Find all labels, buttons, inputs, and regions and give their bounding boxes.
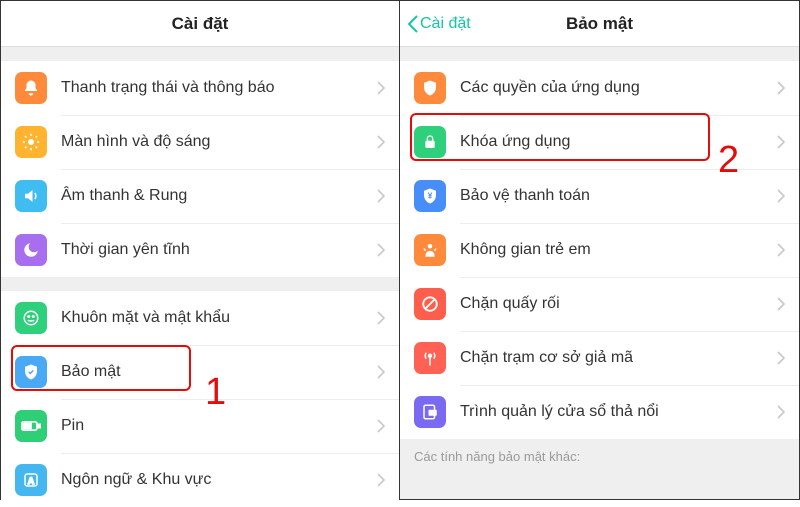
chevron-right-icon — [377, 81, 385, 95]
chevron-right-icon — [777, 405, 785, 419]
chevron-right-icon — [777, 351, 785, 365]
row-payment-protection[interactable]: ¥ Bảo vệ thanh toán — [400, 169, 799, 223]
page-title: Cài đặt — [172, 14, 229, 34]
row-label: Bảo vệ thanh toán — [460, 187, 777, 205]
antenna-icon — [414, 342, 446, 374]
battery-icon — [15, 410, 47, 442]
page-title: Bảo mật — [566, 14, 633, 34]
window-icon — [414, 396, 446, 428]
chevron-right-icon — [777, 81, 785, 95]
row-display-brightness[interactable]: Màn hình và độ sáng — [1, 115, 399, 169]
chevron-right-icon — [377, 135, 385, 149]
row-label: Không gian trẻ em — [460, 241, 777, 259]
section-gap — [400, 47, 799, 61]
row-label: Chặn quấy rối — [460, 295, 777, 313]
row-label: Trình quản lý cửa sổ thả nổi — [460, 403, 777, 421]
row-status-bar-notifications[interactable]: Thanh trạng thái và thông báo — [1, 61, 399, 115]
settings-group-1: Thanh trạng thái và thông báo Màn hình v… — [1, 61, 399, 277]
row-block-fake-base-station[interactable]: Chặn trạm cơ sở giả mã — [400, 331, 799, 385]
sun-icon — [15, 126, 47, 158]
section-footer: Các tính năng bảo mật khác: — [400, 439, 799, 470]
row-block-harassment[interactable]: Chặn quấy rối — [400, 277, 799, 331]
security-list: Các quyền của ứng dụng Khóa ứng dụng ¥ B… — [400, 61, 799, 439]
row-label: Màn hình và độ sáng — [61, 133, 377, 151]
speaker-icon — [15, 180, 47, 212]
chevron-right-icon — [777, 135, 785, 149]
svg-text:¥: ¥ — [428, 191, 433, 200]
row-language-region[interactable]: A Ngôn ngữ & Khu vực — [1, 453, 399, 507]
row-label: Pin — [61, 417, 377, 435]
moon-icon — [15, 234, 47, 266]
chevron-right-icon — [777, 189, 785, 203]
security-pane: Cài đặt Bảo mật Các quyền của ứng dụng K… — [400, 1, 799, 499]
chevron-right-icon — [777, 297, 785, 311]
row-face-password[interactable]: Khuôn mặt và mật khẩu — [1, 291, 399, 345]
child-icon — [414, 234, 446, 266]
security-header: Cài đặt Bảo mật — [400, 1, 799, 47]
chevron-right-icon — [377, 243, 385, 257]
chevron-right-icon — [377, 473, 385, 487]
row-label: Chặn trạm cơ sở giả mã — [460, 349, 777, 367]
row-label: Thanh trạng thái và thông báo — [61, 79, 377, 97]
svg-text:A: A — [28, 476, 35, 486]
chevron-right-icon — [377, 311, 385, 325]
settings-pane: Cài đặt Thanh trạng thái và thông báo Mà… — [1, 1, 400, 499]
chevron-right-icon — [377, 189, 385, 203]
row-label: Ngôn ngữ & Khu vực — [61, 471, 377, 489]
row-kid-space[interactable]: Không gian trẻ em — [400, 223, 799, 277]
row-label: Các quyền của ứng dụng — [460, 79, 777, 97]
shield-icon — [15, 356, 47, 388]
row-label: Âm thanh & Rung — [61, 187, 377, 205]
chevron-right-icon — [377, 365, 385, 379]
face-icon — [15, 302, 47, 334]
back-label: Cài đặt — [420, 15, 471, 33]
lock-icon — [414, 126, 446, 158]
globe-icon: A — [15, 464, 47, 496]
payment-shield-icon: ¥ — [414, 180, 446, 212]
bell-icon — [15, 72, 47, 104]
section-gap — [1, 47, 399, 61]
row-sound-vibration[interactable]: Âm thanh & Rung — [1, 169, 399, 223]
row-app-permissions[interactable]: Các quyền của ứng dụng — [400, 61, 799, 115]
chevron-right-icon — [777, 243, 785, 257]
block-icon — [414, 288, 446, 320]
back-button[interactable]: Cài đặt — [408, 15, 471, 33]
row-floating-window-manager[interactable]: Trình quản lý cửa sổ thả nổi — [400, 385, 799, 439]
section-gap — [1, 277, 399, 291]
settings-header: Cài đặt — [1, 1, 399, 47]
shield-icon — [414, 72, 446, 104]
settings-group-2: Khuôn mặt và mật khẩu Bảo mật Pin A — [1, 291, 399, 507]
chevron-left-icon — [408, 15, 418, 33]
row-label: Khóa ứng dụng — [460, 133, 777, 151]
row-app-lock[interactable]: Khóa ứng dụng — [400, 115, 799, 169]
row-security[interactable]: Bảo mật — [1, 345, 399, 399]
row-label: Bảo mật — [61, 363, 377, 381]
row-label: Thời gian yên tĩnh — [61, 241, 377, 259]
row-label: Khuôn mặt và mật khẩu — [61, 309, 377, 327]
chevron-right-icon — [377, 419, 385, 433]
row-quiet-time[interactable]: Thời gian yên tĩnh — [1, 223, 399, 277]
row-battery[interactable]: Pin — [1, 399, 399, 453]
